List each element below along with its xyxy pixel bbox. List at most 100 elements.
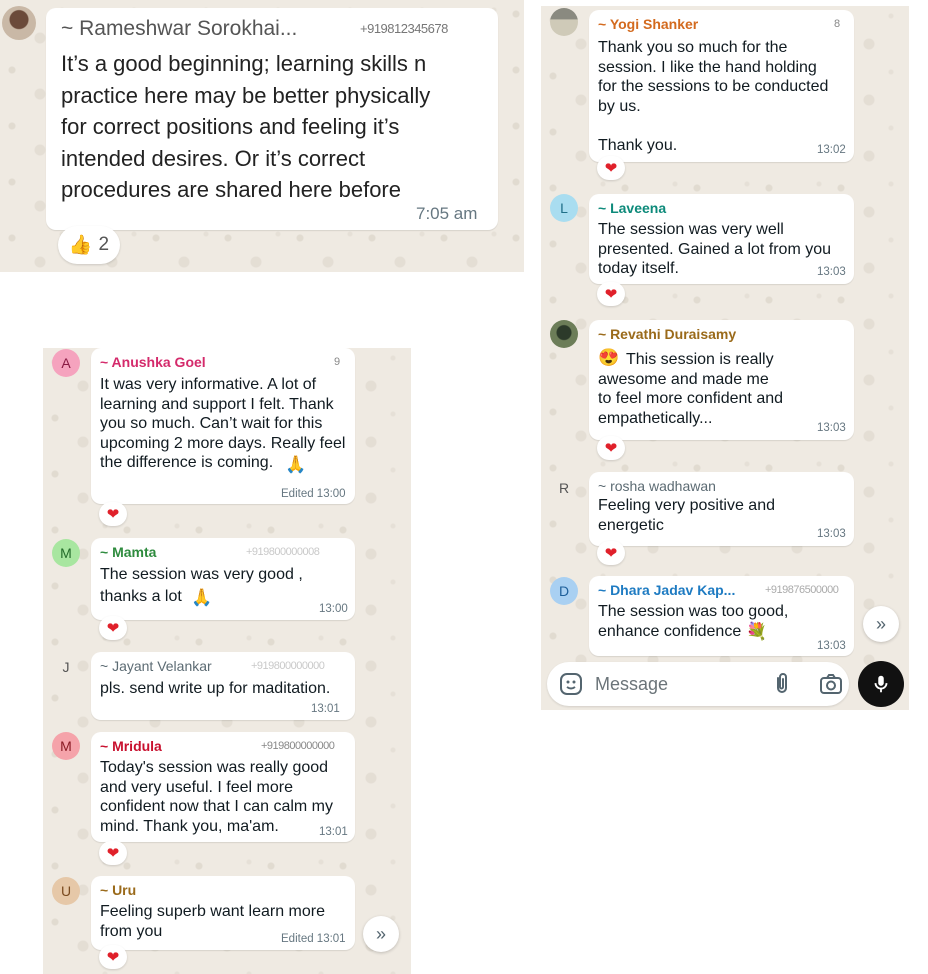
message-time: 13:03 [817,422,846,434]
heart-icon: ❤ [106,948,120,966]
message-text: This session is really awesome and made … [598,351,784,427]
reaction-count: 2 [98,234,110,255]
message-time: 13:03 [817,266,846,278]
sticker-icon[interactable] [559,672,583,696]
message-text: It’s a good beginning; learning skills n… [61,51,431,202]
mic-button[interactable] [858,661,904,707]
message-bubble-mamta[interactable]: ~ Mamta +919800000008 The session was ve… [91,538,355,620]
message-time: Edited 13:01 [281,933,346,945]
avatar-initial: A [61,355,71,371]
sender-name[interactable]: ~ Yogi Shanker [598,16,698,32]
message-text: The session was very well presented. Gai… [598,221,832,277]
reaction-heart[interactable]: ❤ [597,282,625,306]
message-bubble-rosha[interactable]: ~ rosha wadhawan Feeling very positive a… [589,472,854,546]
avatar-rosha[interactable]: R [550,474,578,502]
message-time: 13:01 [319,826,348,838]
avatar-initial: L [560,200,568,216]
avatar-yogi[interactable] [550,8,578,36]
avatar-rameshwar[interactable] [2,6,36,40]
message-composer[interactable]: Message [547,662,849,706]
folded-hands-emoji: 🙏 [285,455,307,474]
avatar-initial: M [60,738,72,754]
sender-name[interactable]: ~ Rameshwar Sorokhai... [61,17,297,41]
heart-icon: ❤ [604,159,618,177]
message-bubble-anushka[interactable]: ~ Anushka Goel 9 It was very informative… [91,348,355,504]
reaction-heart[interactable]: ❤ [597,541,625,565]
message-text: Feeling very positive and energetic [598,497,775,534]
sender-name[interactable]: ~ Mridula [100,738,162,754]
avatar-initial: M [60,545,72,561]
message-time: 13:03 [817,640,846,652]
avatar-revathi[interactable] [550,320,578,348]
sender-phone: 8 [834,18,840,30]
avatar-anushka[interactable]: A [52,349,80,377]
chat-panel-bottom-left: A ~ Anushka Goel 9 It was very informati… [43,348,411,974]
message-time: 7:05 am [416,204,478,223]
avatar-mamta[interactable]: M [52,539,80,567]
sender-phone: +919800000000 [251,660,325,672]
reaction-heart[interactable]: ❤ [597,436,625,460]
message-bubble-yogi[interactable]: ~ Yogi Shanker 8 Thank you so much for t… [589,10,854,162]
avatar-initial: J [62,659,70,675]
reaction-heart[interactable]: ❤ [99,945,127,969]
camera-icon[interactable] [819,672,843,696]
sender-phone: +919876500000 [765,584,839,596]
attach-icon[interactable] [770,672,794,696]
reaction-heart[interactable]: ❤ [99,841,127,865]
message-time: 13:01 [311,703,340,715]
message-time: 13:02 [817,144,846,156]
reaction-heart[interactable]: ❤ [99,502,127,526]
sender-name[interactable]: ~ Anushka Goel [100,354,206,370]
heart-icon: ❤ [604,544,618,562]
heart-icon: ❤ [106,844,120,862]
avatar-jayant[interactable]: J [52,653,80,681]
message-bubble-revathi[interactable]: ~ Revathi Duraisamy 😍 This session is re… [589,320,854,440]
message-input[interactable]: Message [595,674,668,695]
message-time: 13:03 [817,528,846,540]
reaction-heart[interactable]: ❤ [597,156,625,180]
sender-name[interactable]: ~ rosha wadhawan [598,478,716,494]
avatar-initial: U [60,883,72,899]
scroll-to-bottom-button[interactable]: » [363,916,399,952]
message-bubble-laveena[interactable]: ~ Laveena The session was very well pres… [589,194,854,284]
message-bubble-uru[interactable]: ~ Uru Feeling superb want learn more fro… [91,876,355,950]
message-time: 13:00 [319,603,348,615]
avatar-uru[interactable]: U [52,877,80,905]
sender-phone: +919800000000 [261,740,335,752]
sender-name[interactable]: ~ Revathi Duraisamy [598,326,736,342]
message-bubble-jayant[interactable]: ~ Jayant Velankar +919800000000 pls. sen… [91,652,355,720]
sender-phone: 9 [334,356,340,368]
sender-phone: +919800000008 [246,546,320,558]
message-bubble-rameshwar[interactable]: ~ Rameshwar Sorokhai... +919812345678 It… [46,8,498,230]
heart-icon: ❤ [604,285,618,303]
sender-name[interactable]: ~ Mamta [100,544,156,560]
sender-name[interactable]: ~ Dhara Jadav Kap... [598,582,735,598]
message-bubble-mridula[interactable]: ~ Mridula +919800000000 Today's session … [91,732,355,842]
sender-name[interactable]: ~ Laveena [598,200,666,216]
message-text: It was very informative. A lot of learni… [100,376,346,471]
scroll-to-bottom-button[interactable]: » [863,606,899,642]
mic-icon [874,675,888,693]
avatar-initial: D [558,583,570,599]
message-time: Edited 13:00 [281,488,346,500]
heart-icon: ❤ [106,619,120,637]
message-text: Thank you so much for the session. I lik… [598,39,829,154]
thumbs-up-icon: 👍 [68,235,93,256]
sender-name[interactable]: ~ Uru [100,882,136,898]
reaction-heart[interactable]: ❤ [99,616,127,640]
chat-panel-top-left: ~ Rameshwar Sorokhai... +919812345678 It… [0,0,524,272]
bouquet-emoji: 💐 [746,622,768,641]
heart-icon: ❤ [604,439,618,457]
sender-phone: +919812345678 [360,21,448,36]
avatar-laveena[interactable]: L [550,194,578,222]
reaction-pill[interactable]: 👍 2 [58,226,120,264]
avatar-mridula[interactable]: M [52,732,80,760]
avatar-dhara[interactable]: D [550,577,578,605]
message-text: Today's session was really good and very… [100,759,333,835]
message-bubble-dhara[interactable]: ~ Dhara Jadav Kap... +919876500000 The s… [589,576,854,656]
message-text: pls. send write up for maditation. [100,680,331,697]
sender-name[interactable]: ~ Jayant Velankar [100,658,212,674]
double-chevron-down-icon: » [375,923,386,944]
folded-hands-emoji: 🙏 [191,588,213,607]
double-chevron-down-icon: » [875,613,886,634]
